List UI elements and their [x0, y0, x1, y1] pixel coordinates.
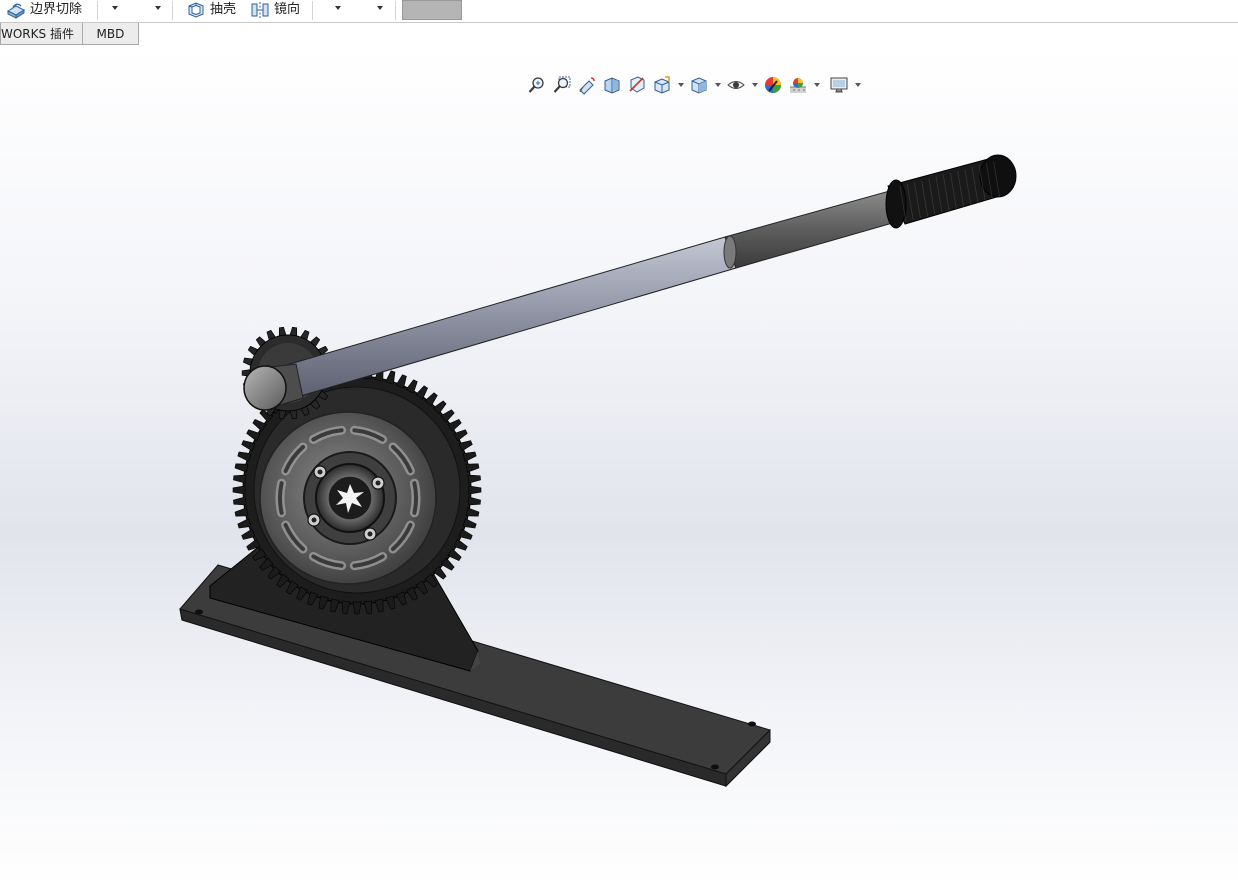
command-manager-tabs: WORKS 插件 MBD [0, 23, 139, 46]
graphics-area[interactable] [0, 46, 1238, 887]
mirror-label: 镜向 [274, 2, 301, 17]
chevron-down-icon[interactable] [377, 6, 383, 10]
shell-label: 抽壳 [210, 2, 237, 17]
toolbar-divider [172, 1, 173, 20]
boundary-cut-button[interactable]: 边界切除 [6, 0, 82, 20]
chevron-down-icon[interactable] [112, 6, 118, 10]
mirror-icon [250, 1, 270, 19]
toolbar-divider [312, 1, 313, 20]
mirror-button[interactable]: 镜向 [250, 0, 300, 20]
shell-icon [186, 1, 206, 19]
toolbar-divider [97, 1, 98, 20]
bender-assembly-model[interactable] [0, 46, 1238, 887]
clamp-disc [259, 411, 437, 585]
handle-bar [282, 189, 904, 398]
boundary-cut-icon [6, 1, 26, 19]
boundary-cut-label: 边界切除 [30, 2, 83, 17]
tab-works-addins[interactable]: WORKS 插件 [0, 23, 83, 45]
tab-mbd[interactable]: MBD [82, 23, 139, 45]
feature-toolbar: 边界切除 抽壳 镜向 [0, 0, 1238, 23]
toolbar-divider [395, 1, 396, 20]
toolbar-overflow-button[interactable] [402, 0, 462, 20]
chevron-down-icon[interactable] [155, 6, 161, 10]
handle-grip [885, 154, 1017, 229]
shell-button[interactable]: 抽壳 [186, 0, 236, 20]
chevron-down-icon[interactable] [335, 6, 341, 10]
